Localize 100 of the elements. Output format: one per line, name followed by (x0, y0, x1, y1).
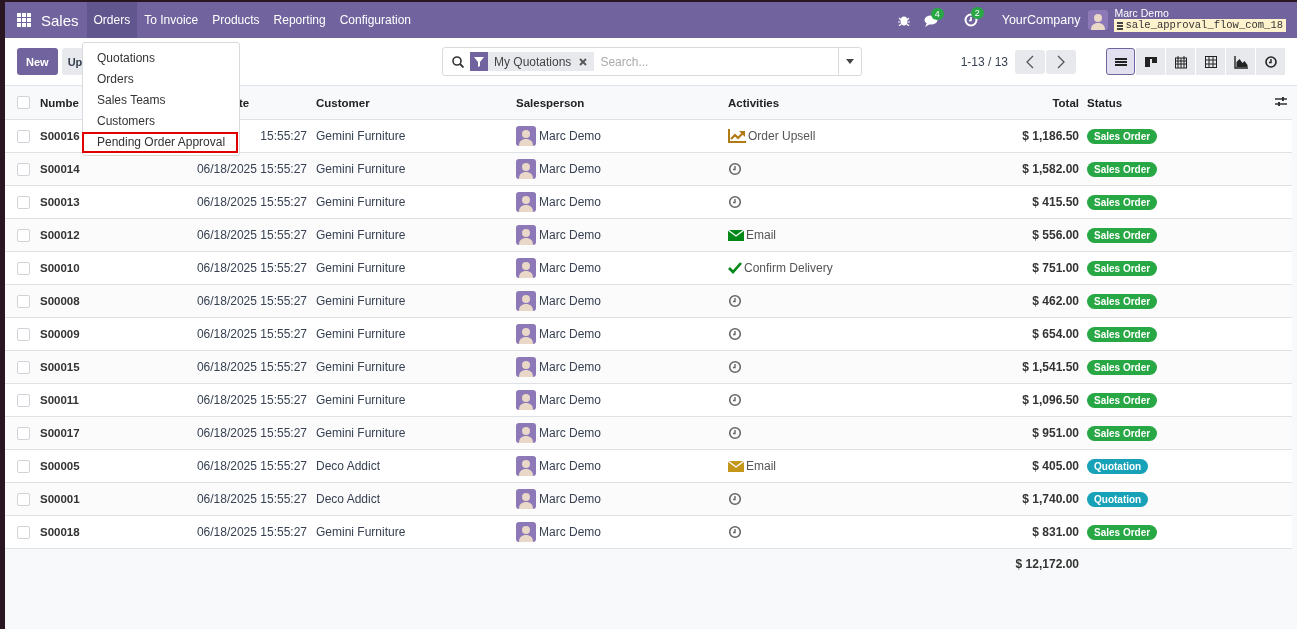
table-cell: Gemini Furniture (316, 162, 406, 176)
chart-icon[interactable] (728, 129, 746, 143)
table-cell: 06/18/2025 15:55:27 (196, 426, 307, 440)
envelope-icon[interactable] (728, 229, 744, 241)
nav-menu-item[interactable]: Orders (86, 2, 138, 38)
checkbox[interactable] (17, 195, 30, 209)
filter-facet[interactable]: My Quotations (470, 52, 595, 71)
company-name[interactable]: YourCompany (1001, 13, 1081, 27)
table-cell: 06/18/2025 15:55:27 (196, 393, 307, 407)
bug-icon[interactable] (897, 14, 910, 26)
avatar (516, 456, 536, 476)
status-badge: Sales Order (1087, 194, 1158, 210)
column-header[interactable]: te (239, 96, 250, 109)
checkbox[interactable] (17, 492, 30, 506)
checkbox[interactable] (17, 261, 30, 275)
checkbox[interactable] (17, 294, 30, 308)
checkbox[interactable] (17, 129, 30, 143)
table-cell: S00013 (40, 196, 80, 208)
close-icon[interactable] (579, 57, 588, 66)
checkbox[interactable] (17, 426, 30, 440)
checkbox[interactable] (17, 228, 30, 242)
new-button[interactable]: New (17, 48, 58, 75)
salesperson-name: Marc Demo (539, 393, 601, 407)
dropdown-menu-item[interactable]: Quotations (82, 48, 238, 69)
graph-view-icon (1233, 54, 1248, 69)
activity-label[interactable]: Email (746, 228, 776, 242)
dropdown-menu-item[interactable]: Pending Order Approval (82, 132, 238, 153)
view-switch-button[interactable] (1256, 48, 1285, 75)
nav-menu-item[interactable]: Configuration (332, 2, 419, 38)
clock-icon[interactable] (728, 525, 742, 539)
status-badge: Sales Order (1087, 425, 1158, 441)
activity-view-icon (1263, 54, 1278, 69)
search-field[interactable]: My Quotations Search... (442, 47, 862, 76)
optional-columns-icon[interactable] (1275, 96, 1287, 107)
avatar (516, 489, 536, 509)
clock-icon[interactable] (728, 360, 742, 374)
checkbox[interactable] (17, 393, 30, 407)
table-cell: S00015 (40, 361, 80, 373)
clock-icon[interactable] (728, 162, 742, 176)
column-header[interactable]: Salesperson (516, 96, 585, 109)
salesperson-name: Marc Demo (539, 525, 601, 539)
clock-icon[interactable] (728, 393, 742, 407)
avatar (516, 423, 536, 443)
checkbox[interactable] (17, 327, 30, 341)
table-cell: 06/18/2025 15:55:27 (196, 228, 307, 242)
table-cell: $ 831.00 (1032, 525, 1079, 539)
dropdown-menu-item[interactable]: Sales Teams (82, 90, 238, 111)
check-icon[interactable] (728, 262, 742, 274)
checkbox[interactable] (17, 459, 30, 473)
view-switch-button[interactable] (1226, 48, 1255, 75)
dropdown-menu-item[interactable]: Orders (82, 69, 238, 90)
column-header[interactable]: Activities (728, 96, 780, 109)
column-header[interactable]: Status (1087, 96, 1123, 109)
table-cell: $ 1,582.00 (1022, 162, 1079, 176)
table-cell: S00010 (40, 262, 80, 274)
avatar (516, 225, 536, 245)
checkbox[interactable] (17, 525, 30, 539)
column-header[interactable]: Customer (316, 96, 370, 109)
nav-menu-item[interactable]: Products (205, 2, 267, 38)
activity-label[interactable]: Email (746, 459, 776, 473)
view-switch-button[interactable] (1166, 48, 1195, 75)
clock-icon[interactable] (728, 294, 742, 308)
clock-icon[interactable] (728, 195, 742, 209)
table-cell: $ 556.00 (1032, 228, 1079, 242)
table-cell: Gemini Furniture (316, 426, 406, 440)
search-icon (452, 55, 464, 68)
status-badge: Sales Order (1087, 161, 1158, 177)
table-cell: $ 1,541.50 (1022, 360, 1079, 374)
checkbox[interactable] (17, 96, 30, 109)
view-switch-button[interactable] (1106, 48, 1135, 75)
nav-menu-item[interactable]: Reporting (266, 2, 333, 38)
avatar[interactable] (1088, 10, 1109, 30)
avatar (516, 258, 536, 278)
activity-label[interactable]: Confirm Delivery (744, 261, 833, 275)
view-switch-button[interactable] (1136, 48, 1165, 75)
activity-label[interactable]: Order Upsell (748, 129, 816, 143)
app-name[interactable]: Sales (31, 11, 87, 29)
table-cell: 06/18/2025 15:55:27 (196, 162, 307, 176)
table-cell: 06/18/2025 15:55:27 (196, 327, 307, 341)
table-cell: 06/18/2025 15:55:27 (196, 459, 307, 473)
column-header[interactable]: Total (1052, 96, 1079, 109)
clock-icon[interactable] (728, 327, 742, 341)
clock-icon[interactable] (728, 492, 742, 506)
view-switch-button[interactable] (1196, 48, 1225, 75)
column-header[interactable]: Numbe (40, 96, 79, 109)
envelope-icon[interactable] (728, 460, 744, 472)
table-cell: $ 654.00 (1032, 327, 1079, 341)
table-cell: Gemini Furniture (316, 393, 406, 407)
sum-total: $ 12,172.00 (1015, 557, 1079, 571)
salesperson-name: Marc Demo (539, 327, 601, 341)
dropdown-menu-item[interactable]: Customers (82, 111, 238, 132)
status-badge: Sales Order (1087, 260, 1158, 276)
clock-icon[interactable] (728, 426, 742, 440)
apps-menu-icon[interactable] (17, 13, 31, 27)
table-cell: 06/18/2025 15:55:27 (196, 294, 307, 308)
checkbox[interactable] (17, 162, 30, 176)
table-cell: $ 405.00 (1032, 459, 1079, 473)
nav-menu-item[interactable]: To Invoice (137, 2, 206, 38)
salesperson-name: Marc Demo (539, 195, 601, 209)
checkbox[interactable] (17, 360, 30, 374)
